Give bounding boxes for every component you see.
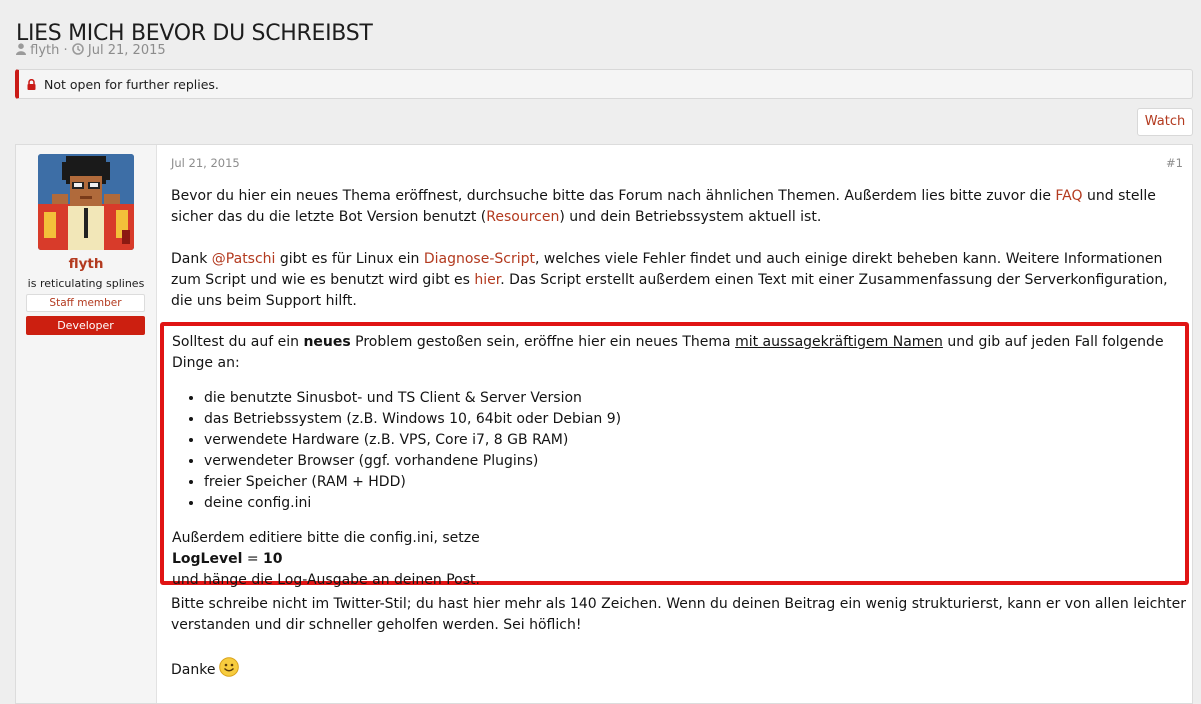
requirements-list: die benutzte Sinusbot- und TS Client & S…	[172, 388, 1177, 514]
post: flyth is reticulating splines Staff memb…	[15, 144, 1193, 704]
list-item: verwendeter Browser (ggf. vorhandene Plu…	[204, 451, 1177, 472]
list-item: freier Speicher (RAM + HDD)	[204, 472, 1177, 493]
box-after-list: Außerdem editiere bitte die config.ini, …	[172, 528, 1177, 591]
mention-link[interactable]: @Patschi	[212, 251, 276, 267]
staff-member-badge: Staff member	[26, 294, 145, 312]
thread-title: LIES MICH BEVOR DU SCHREIBST	[16, 20, 373, 46]
loglevel-value: 10	[263, 551, 283, 567]
thread-locked-notice: Not open for further replies.	[15, 69, 1193, 99]
list-item: deine config.ini	[204, 493, 1177, 514]
bold-text: neues	[303, 334, 351, 350]
hier-link[interactable]: hier	[474, 272, 500, 288]
diagnose-script-link[interactable]: Diagnose-Script	[424, 251, 535, 267]
clock-icon	[71, 43, 84, 59]
avatar[interactable]	[38, 154, 134, 250]
thread-meta: flyth · Jul 21, 2015	[16, 43, 166, 59]
text-span: Dank	[171, 251, 212, 267]
post-date-link[interactable]: Jul 21, 2015	[171, 156, 240, 170]
text-span: Danke	[171, 662, 216, 678]
text-line: und hänge die Log-Ausgabe an deinen Post…	[172, 572, 480, 588]
lock-icon	[27, 71, 36, 101]
thread-date-link[interactable]: Jul 21, 2015	[88, 43, 166, 58]
notice-text: Not open for further replies.	[43, 77, 219, 92]
post-user-column: flyth is reticulating splines Staff memb…	[16, 145, 157, 703]
post-number-link[interactable]: #1	[1166, 156, 1183, 170]
watch-button[interactable]: Watch	[1137, 108, 1193, 136]
thread-author-link[interactable]: flyth	[30, 43, 59, 58]
text-span: Problem gestoßen sein, eröffne hier ein …	[350, 334, 736, 350]
post-username[interactable]: flyth	[16, 256, 156, 272]
text-line: Außerdem editiere bitte die config.ini, …	[172, 530, 480, 546]
list-item: die benutzte Sinusbot- und TS Client & S…	[204, 388, 1177, 409]
faq-link[interactable]: FAQ	[1055, 188, 1082, 204]
list-item: das Betriebssystem (z.B. Windows 10, 64b…	[204, 409, 1177, 430]
highlighted-requirements-box: Solltest du auf ein neues Problem gestoß…	[160, 322, 1189, 588]
developer-badge: Developer	[26, 316, 145, 335]
user-title: is reticulating splines	[27, 277, 145, 290]
list-item: verwendete Hardware (z.B. VPS, Core i7, …	[204, 430, 1177, 451]
post-paragraph-1: Bevor du hier ein neues Thema eröffnest,…	[171, 186, 1189, 228]
resourcen-link[interactable]: Resourcen	[486, 209, 559, 225]
text-span: ) und dein Betriebssystem aktuell ist.	[559, 209, 822, 225]
meta-separator: ·	[63, 43, 68, 58]
text-span: Bevor du hier ein neues Thema eröffnest,…	[171, 188, 1056, 204]
box-intro: Solltest du auf ein neues Problem gestoß…	[172, 332, 1177, 374]
smiley-icon	[219, 657, 240, 684]
loglevel-key: LogLevel	[172, 551, 243, 567]
text-span: =	[242, 551, 264, 567]
post-paragraph-3: Bitte schreibe nicht im Twitter-Stil; du…	[171, 596, 1187, 633]
loglevel-line: LogLevel = 10	[172, 549, 1177, 570]
user-icon	[16, 43, 26, 59]
post-paragraph-4: Danke	[171, 657, 1189, 684]
underlined-text: mit aussagekräftigem Namen	[735, 334, 943, 350]
text-span: gibt es für Linux ein	[275, 251, 424, 267]
text-span: Solltest du auf ein	[172, 334, 304, 350]
post-paragraph-2: Dank @Patschi gibt es für Linux ein Diag…	[171, 249, 1189, 312]
